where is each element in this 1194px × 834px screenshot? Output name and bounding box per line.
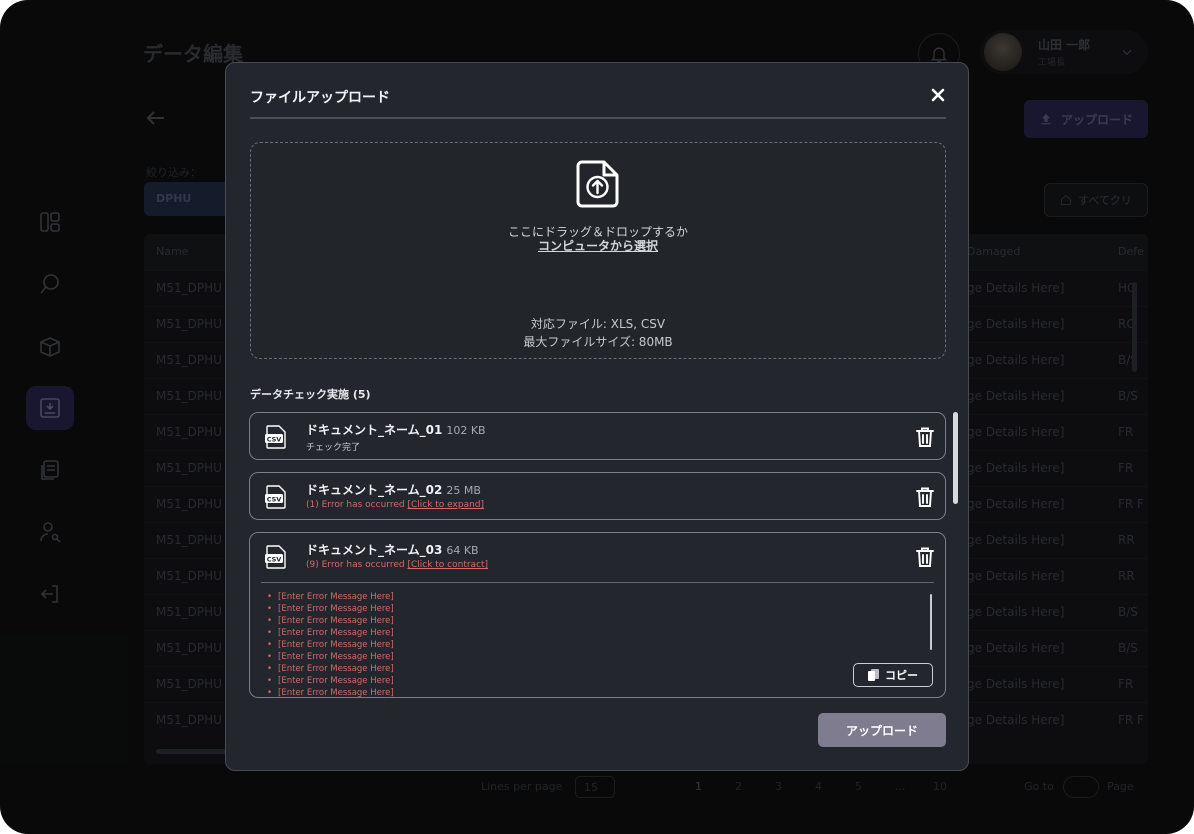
error-list-scrollbar[interactable] — [930, 594, 932, 650]
copy-errors-button[interactable]: コピー — [853, 663, 933, 687]
delete-file-button[interactable] — [915, 546, 935, 568]
error-message: [Enter Error Message Here] — [261, 627, 934, 639]
data-check-title: データチェック実施 (5) — [250, 388, 371, 401]
file-size: 102 KB — [446, 424, 486, 437]
error-message: [Enter Error Message Here] — [261, 639, 934, 651]
error-divider — [261, 582, 934, 583]
contract-errors-link[interactable]: [Click to contract] — [407, 560, 488, 570]
error-count: (1) Error has occurred — [306, 500, 405, 510]
error-message: [Enter Error Message Here] — [261, 675, 934, 687]
error-message-list[interactable]: [Enter Error Message Here][Enter Error M… — [261, 591, 934, 698]
error-message: [Enter Error Message Here] — [261, 615, 934, 627]
svg-text:CSV: CSV — [267, 555, 282, 563]
error-message: [Enter Error Message Here] — [261, 663, 934, 675]
delete-file-button[interactable] — [915, 426, 935, 448]
supported-formats: 対応ファイル: XLS, CSV — [530, 317, 666, 331]
modal-title: ファイルアップロード — [250, 90, 390, 106]
csv-file-icon: CSV — [265, 425, 286, 449]
copy-label: コピー — [885, 669, 918, 682]
select-from-computer-link[interactable]: コンピュータから選択 — [538, 239, 658, 253]
upload-button[interactable]: アップロード — [818, 713, 946, 747]
close-icon — [931, 88, 945, 102]
csv-file-icon: CSV — [265, 485, 286, 509]
file-item-expanded: CSV ドキュメント_ネーム_03 64 KB (9) Error has occ… — [249, 532, 946, 698]
svg-text:CSV: CSV — [267, 495, 282, 503]
file-size: 25 MB — [446, 484, 481, 497]
file-name: ドキュメント_ネーム_02 — [306, 483, 443, 497]
file-name: ドキュメント_ネーム_03 — [306, 543, 443, 557]
file-list-scrollbar[interactable] — [953, 412, 958, 504]
close-button[interactable] — [928, 85, 948, 105]
max-file-size: 最大ファイルサイズ: 80MB — [523, 335, 673, 349]
file-name: ドキュメント_ネーム_01 — [306, 423, 443, 437]
title-divider — [250, 117, 946, 119]
file-upload-icon — [576, 160, 619, 208]
trash-icon — [916, 427, 934, 447]
delete-file-button[interactable] — [915, 486, 935, 508]
copy-icon — [868, 669, 879, 681]
expand-errors-link[interactable]: [Click to expand] — [407, 500, 484, 510]
svg-text:CSV: CSV — [267, 435, 282, 443]
csv-file-icon: CSV — [265, 545, 286, 569]
error-message: [Enter Error Message Here] — [261, 591, 934, 603]
file-list: CSV ドキュメント_ネーム_01 102 KB チェック完了 CSV ドキュメ… — [249, 412, 947, 698]
error-message: [Enter Error Message Here] — [261, 603, 934, 615]
trash-icon — [916, 547, 934, 567]
file-size: 64 KB — [446, 544, 479, 557]
file-upload-modal: ファイルアップロード ここにドラッグ＆ドロップするか コンピュータから選択 対応… — [225, 62, 969, 771]
file-status: チェック完了 — [306, 443, 361, 453]
error-message: [Enter Error Message Here] — [261, 687, 934, 698]
file-dropzone[interactable]: ここにドラッグ＆ドロップするか コンピュータから選択 対応ファイル: XLS, … — [250, 142, 946, 359]
trash-icon — [916, 487, 934, 507]
tablet-frame: データ編集 山田 一郎 工場長 アップロード 絞り込み： DPHU すべてクリ … — [0, 0, 1194, 834]
file-item: CSV ドキュメント_ネーム_01 102 KB チェック完了 — [249, 412, 946, 460]
file-item: CSV ドキュメント_ネーム_02 25 MB (1) Error has occ… — [249, 472, 946, 520]
error-message: [Enter Error Message Here] — [261, 651, 934, 663]
error-count: (9) Error has occurred — [306, 560, 405, 570]
